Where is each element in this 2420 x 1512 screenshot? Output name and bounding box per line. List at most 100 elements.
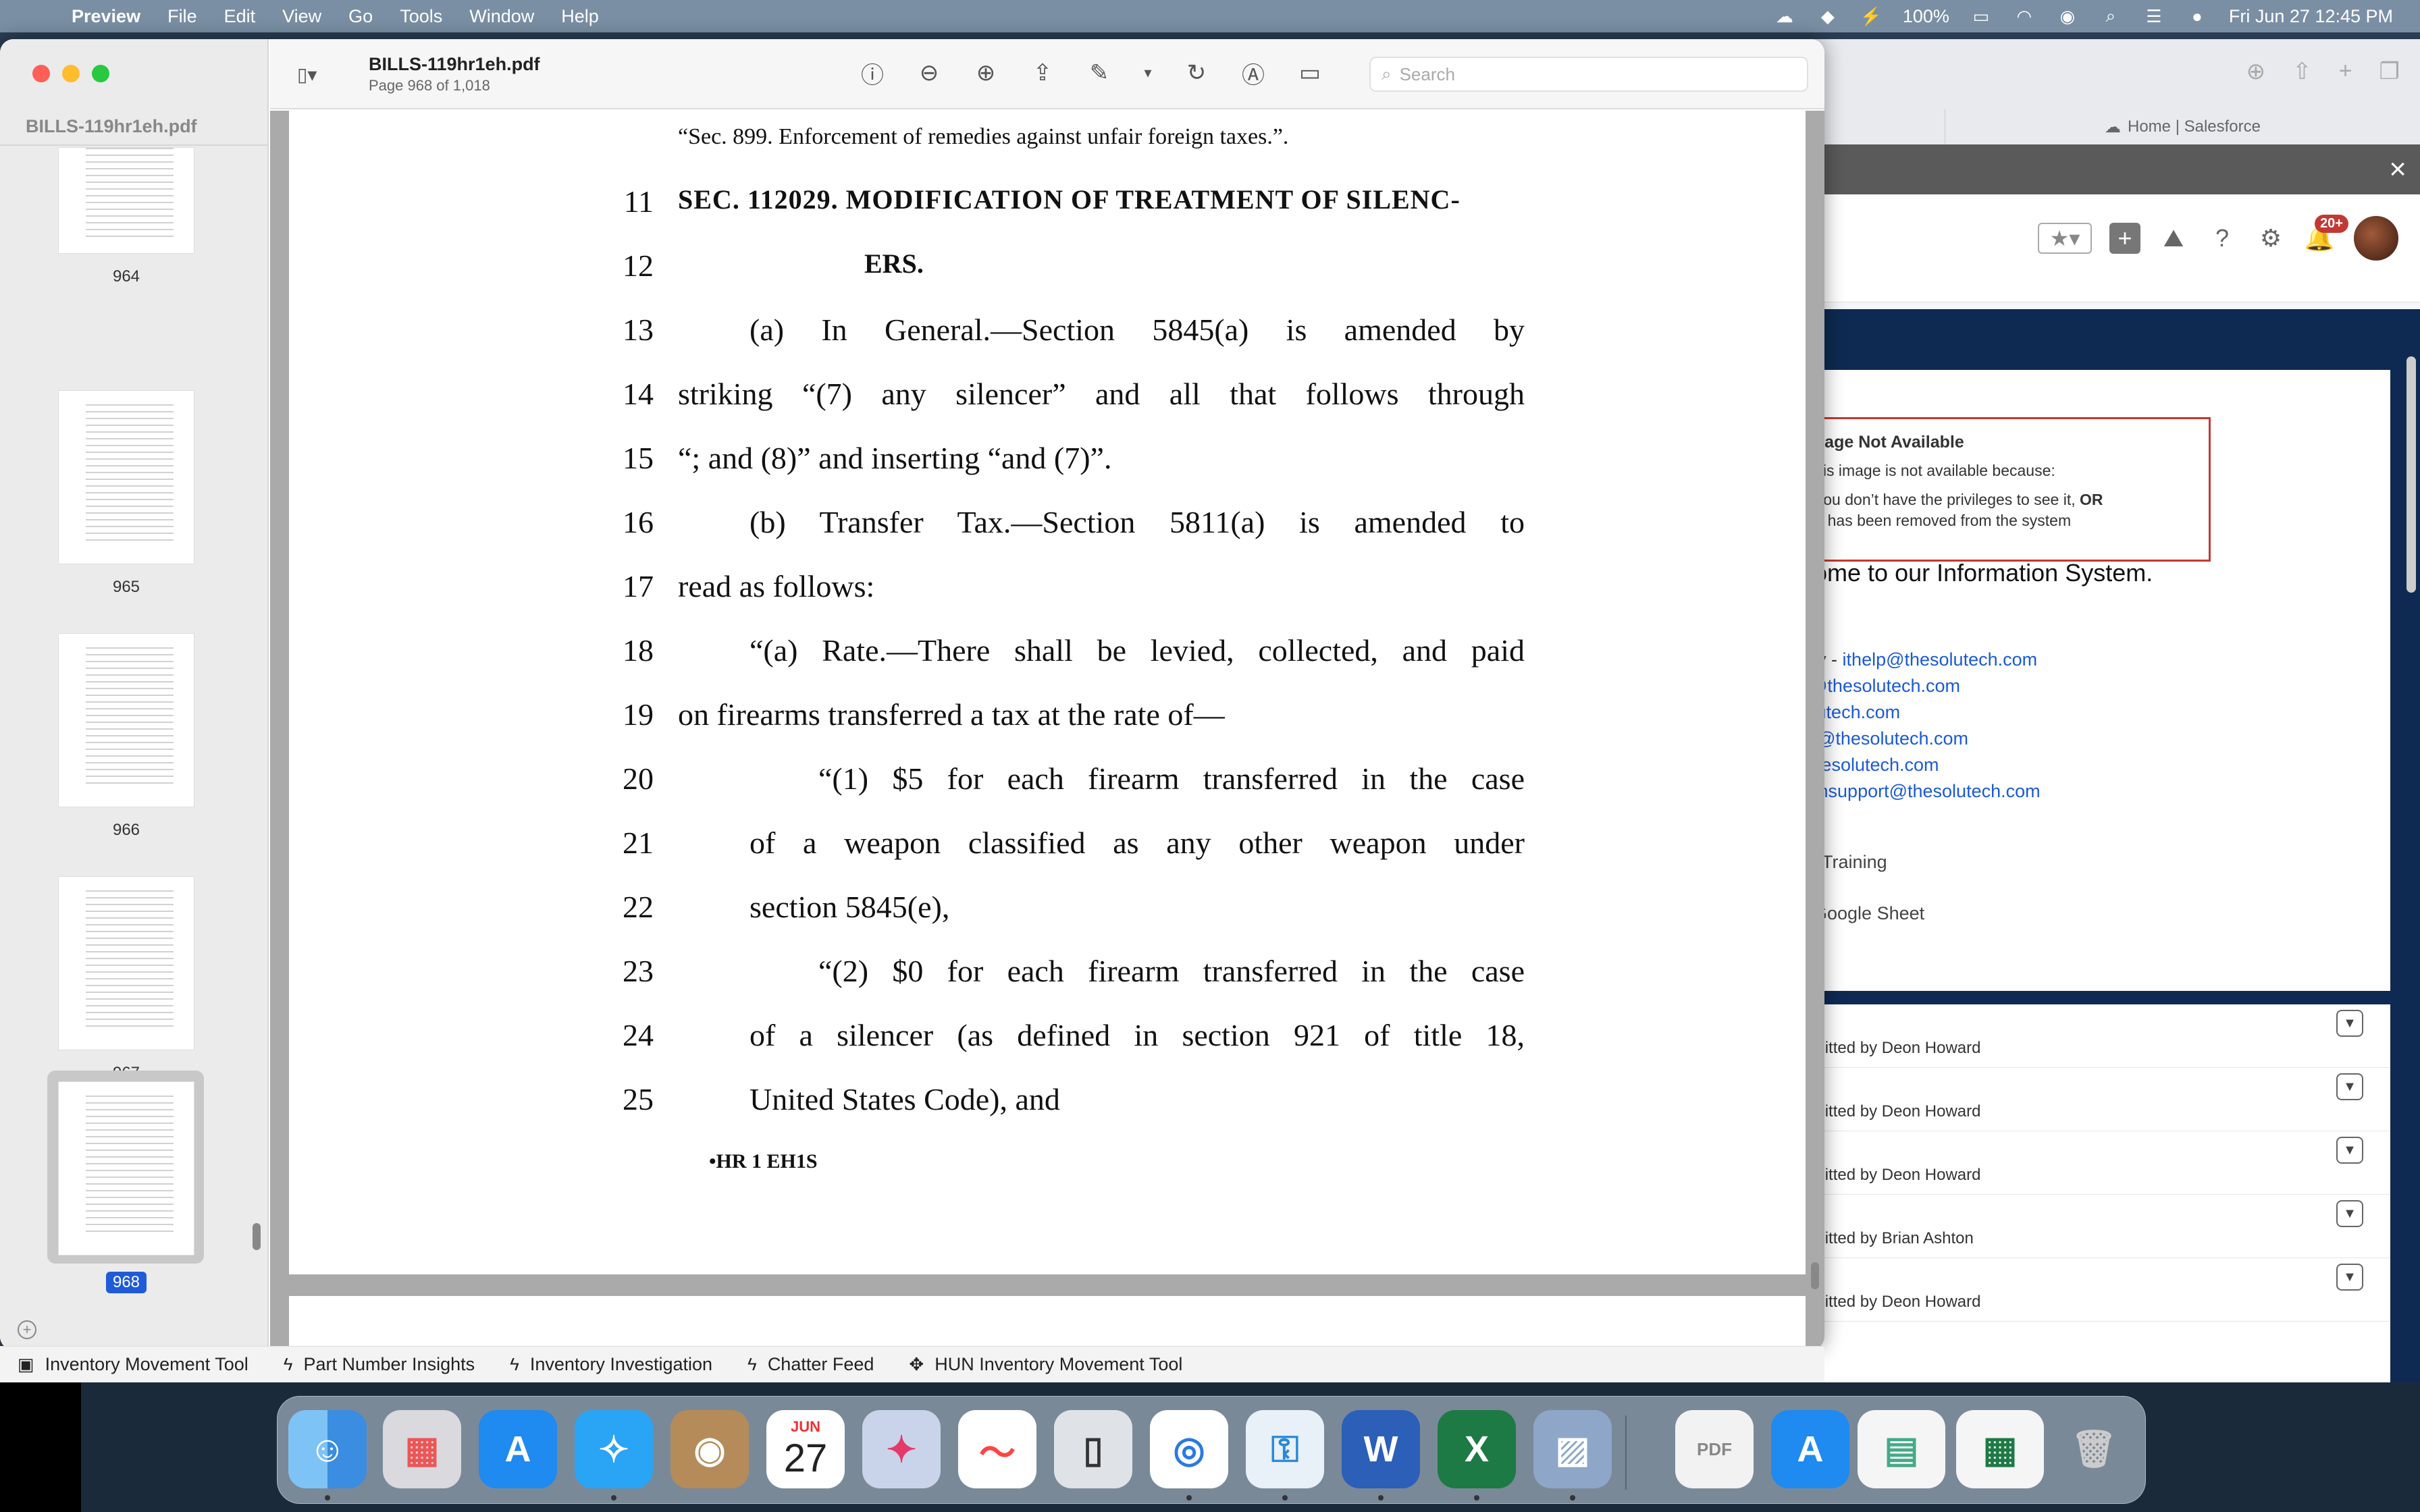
- minimize-window-button[interactable]: [62, 65, 80, 82]
- utility-inventory-movement-tool[interactable]: ▣ Inventory Movement Tool: [18, 1354, 248, 1375]
- markup-pen-icon[interactable]: ✎: [1084, 58, 1114, 88]
- chevron-down-icon[interactable]: ▼: [2336, 1137, 2363, 1164]
- document-scrollbar[interactable]: [1811, 1262, 1819, 1289]
- trash-icon[interactable]: 🗑: [2055, 1410, 2133, 1488]
- document-view[interactable]: “Sec. 899. Enforcement of remedies again…: [270, 111, 1824, 1350]
- chrome-icon[interactable]: ◎: [1150, 1410, 1228, 1488]
- recent-window-icon[interactable]: ▤: [1858, 1410, 1945, 1488]
- page-thumbnail[interactable]: [58, 390, 194, 564]
- menu-go[interactable]: Go: [348, 6, 373, 27]
- help-icon[interactable]: ?: [2207, 223, 2238, 254]
- vpn-icon[interactable]: ◆: [1816, 5, 1839, 28]
- user-icon[interactable]: ◉: [2056, 5, 2079, 28]
- menubar-clock[interactable]: Fri Jun 27 12:45 PM: [2229, 6, 2393, 27]
- menu-file[interactable]: File: [167, 6, 197, 27]
- thumbnail-966[interactable]: 966: [58, 633, 194, 840]
- utility-hun-inventory-movement-tool[interactable]: ✥ HUN Inventory Movement Tool: [909, 1354, 1182, 1375]
- avatar[interactable]: [2352, 215, 2400, 262]
- sidebar-toggle-icon[interactable]: ▯▾: [297, 63, 346, 88]
- share-icon[interactable]: ⇧: [2292, 58, 2312, 85]
- passwords-icon[interactable]: ⚿: [1246, 1410, 1324, 1488]
- annotate-icon[interactable]: Ⓐ: [1238, 58, 1268, 88]
- doc-line: 13 (a) In General.—Section 5845(a) is am…: [623, 313, 1525, 347]
- pdf-document-icon[interactable]: PDF: [1675, 1410, 1754, 1488]
- email-link[interactable]: techsupport@thesolutech.com: [1794, 781, 2041, 801]
- running-indicator: [325, 1495, 330, 1501]
- utility-inventory-investigation[interactable]: ϟ Inventory Investigation: [510, 1354, 712, 1375]
- menu-tools[interactable]: Tools: [400, 6, 442, 27]
- launchpad-icon[interactable]: ▦: [383, 1410, 461, 1488]
- download-icon[interactable]: ⊕: [2246, 58, 2266, 85]
- doc-line: 14 striking “(7) any silencer” and all t…: [623, 377, 1525, 411]
- menu-help[interactable]: Help: [561, 6, 599, 27]
- email-link[interactable]: ithelp@thesolutech.com: [1843, 649, 2038, 670]
- add-page-icon[interactable]: +: [18, 1320, 36, 1339]
- safari-icon[interactable]: ✧: [575, 1410, 653, 1488]
- zoom-window-button[interactable]: [92, 65, 109, 82]
- monday-icon[interactable]: 〜: [958, 1410, 1036, 1488]
- trailhead-icon[interactable]: ⛰: [2158, 223, 2189, 254]
- tabs-overview-icon[interactable]: ❐: [2379, 58, 2400, 85]
- browser-scrollbar[interactable]: [2406, 356, 2416, 593]
- spotlight-icon[interactable]: ⌕: [2099, 5, 2122, 28]
- page-thumbnail[interactable]: [58, 147, 194, 254]
- share-icon[interactable]: ⇪: [1028, 58, 1057, 88]
- chevron-down-icon[interactable]: ▼: [2336, 1073, 2363, 1100]
- creative-cloud-icon[interactable]: ☁: [1773, 5, 1796, 28]
- chevron-down-icon[interactable]: ▾: [1141, 58, 1155, 88]
- power-icon[interactable]: ⚡: [1860, 5, 1883, 28]
- siri-icon[interactable]: ●: [2186, 5, 2209, 28]
- close-icon[interactable]: ×: [2389, 153, 2406, 186]
- sidebar-scrollbar[interactable]: [253, 1223, 261, 1250]
- tab-home-salesforce[interactable]: ☁ Home | Salesforce: [1945, 109, 2420, 144]
- calendar-icon[interactable]: JUN 27: [766, 1410, 845, 1488]
- creative-app-icon[interactable]: ✦: [862, 1410, 941, 1488]
- battery-icon[interactable]: ▭: [1970, 5, 1993, 28]
- excel-icon[interactable]: X: [1438, 1410, 1516, 1488]
- page-thumbnail[interactable]: [58, 876, 194, 1050]
- menu-app-name[interactable]: Preview: [72, 6, 140, 27]
- global-actions-icon[interactable]: +: [2109, 223, 2140, 254]
- chevron-down-icon[interactable]: ▼: [2336, 1264, 2363, 1291]
- utility-chatter-feed[interactable]: ϟ Chatter Feed: [747, 1354, 874, 1375]
- new-tab-icon[interactable]: +: [2339, 58, 2352, 85]
- chevron-down-icon[interactable]: ▼: [2336, 1200, 2363, 1227]
- finder-icon[interactable]: ☺: [288, 1410, 367, 1488]
- preview-app-icon[interactable]: ▨: [1533, 1410, 1612, 1488]
- search-input[interactable]: [1399, 63, 1778, 85]
- iphone-mirroring-icon[interactable]: ▯: [1054, 1410, 1132, 1488]
- contacts-icon[interactable]: ◉: [670, 1410, 749, 1488]
- running-indicator: [1186, 1495, 1192, 1501]
- zoom-in-icon[interactable]: ⊕: [971, 58, 1001, 88]
- notifications-bell-icon[interactable]: 🔔 20+: [2304, 215, 2348, 254]
- control-center-icon[interactable]: ☰: [2142, 5, 2165, 28]
- battery-percent[interactable]: 100%: [1903, 6, 1949, 27]
- menu-view[interactable]: View: [282, 6, 321, 27]
- app-store-icon[interactable]: A: [479, 1410, 557, 1488]
- thumbnail-965[interactable]: 965: [58, 390, 194, 597]
- thumbnail-964[interactable]: 964: [58, 147, 194, 286]
- recent-excel-window-icon[interactable]: ▦: [1956, 1410, 2044, 1488]
- thumbnail-967[interactable]: 967: [58, 876, 194, 1083]
- menu-window[interactable]: Window: [469, 6, 534, 27]
- list-item: Submitted by Deon Howard ▼: [1783, 1004, 2390, 1068]
- favorites-icon[interactable]: ★▾: [2038, 223, 2092, 254]
- thumbnail-968[interactable]: 968: [58, 1081, 194, 1293]
- menu-edit[interactable]: Edit: [224, 6, 256, 27]
- utility-part-number-insights[interactable]: ϟ Part Number Insights: [284, 1354, 475, 1375]
- chevron-down-icon[interactable]: ▼: [2336, 1010, 2363, 1037]
- page-thumbnail[interactable]: [58, 1081, 194, 1256]
- app-store-folder-icon[interactable]: A: [1771, 1410, 1849, 1488]
- word-icon[interactable]: W: [1342, 1410, 1420, 1488]
- form-fill-icon[interactable]: ▭: [1295, 58, 1325, 88]
- wifi-icon[interactable]: ◠: [2013, 5, 2036, 28]
- submissions-card: Submitted by Deon Howard ▼ Submitted by D…: [1783, 1004, 2390, 1382]
- rotate-icon[interactable]: ↻: [1182, 58, 1211, 88]
- search-field[interactable]: ⌕: [1369, 57, 1808, 92]
- setup-gear-icon[interactable]: ⚙: [2255, 223, 2286, 254]
- page-thumbnail[interactable]: [58, 633, 194, 807]
- zoom-out-icon[interactable]: ⊖: [914, 58, 944, 88]
- close-window-button[interactable]: [32, 65, 50, 82]
- thumbnail-page-number: 966: [112, 821, 140, 839]
- info-icon[interactable]: ⓘ: [858, 58, 887, 88]
